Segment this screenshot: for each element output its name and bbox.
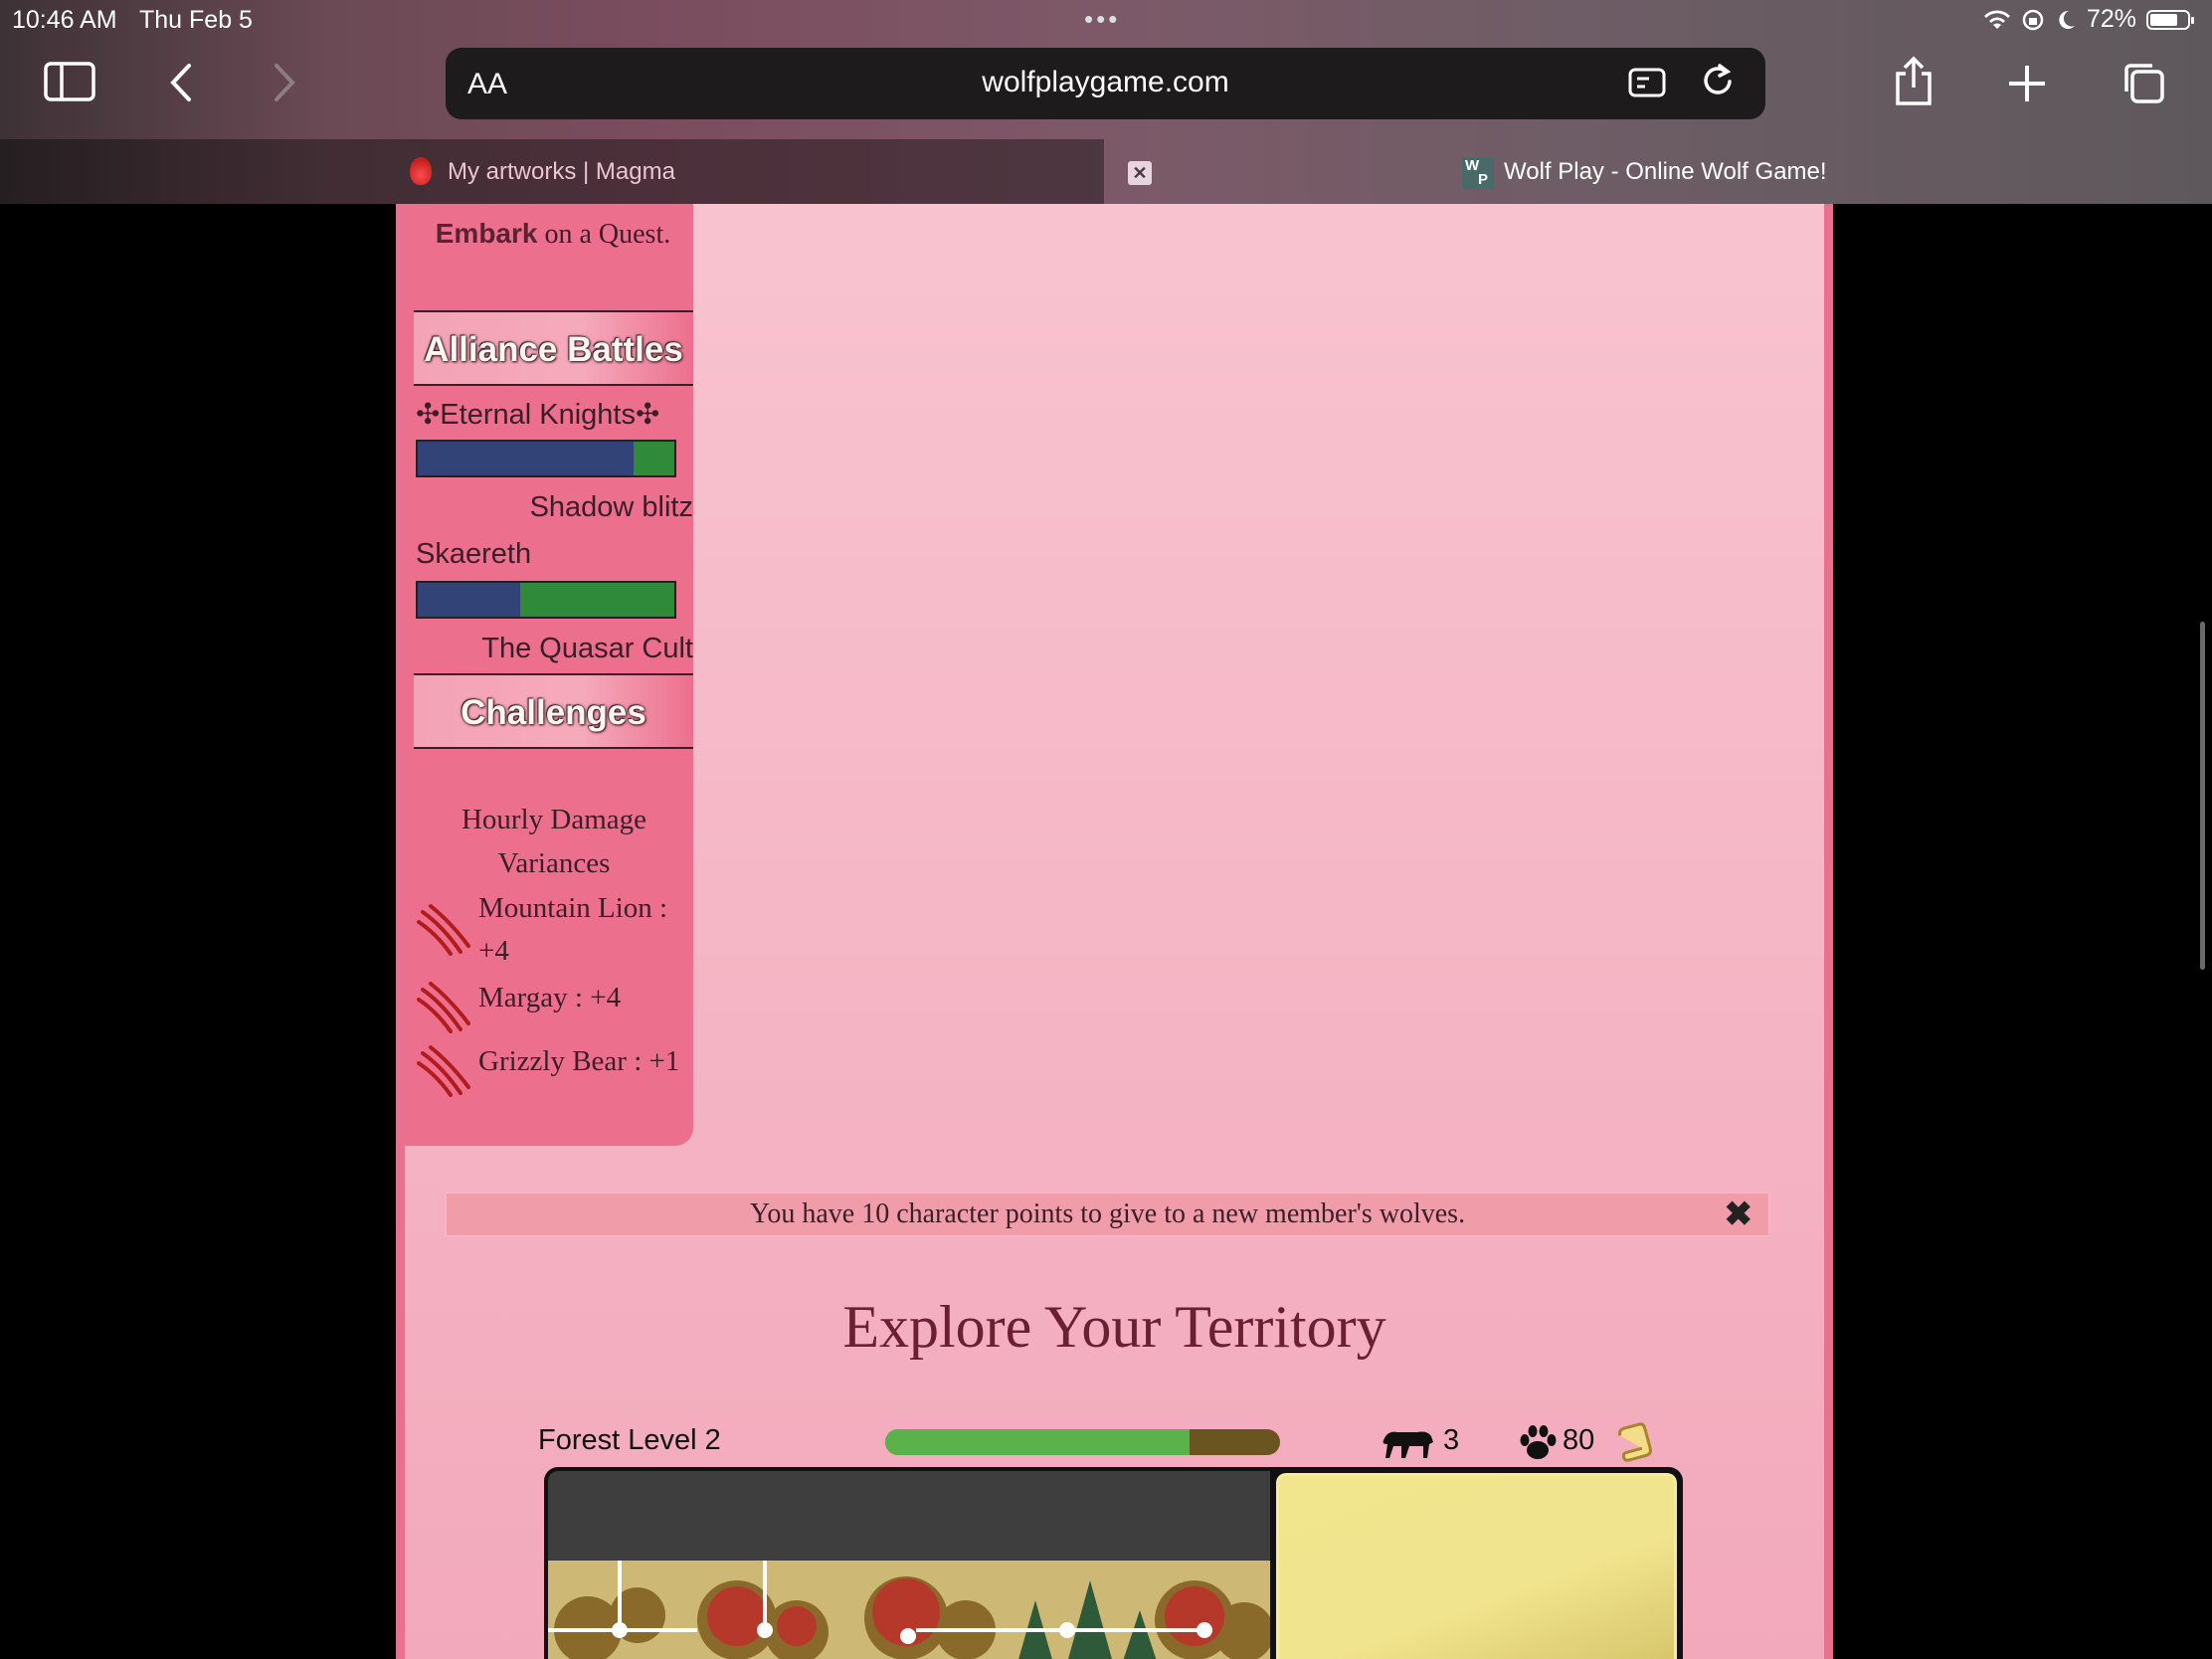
claw-scratch-icon [417,904,470,956]
new-tab-icon[interactable] [2007,64,2047,103]
explore-territory-title: Explore Your Territory [842,1294,1386,1360]
forest-level-label: Forest Level 2 [538,1424,721,1456]
mountain-lion-icon [1382,1431,1433,1458]
embark-bold: Embark [435,218,538,249]
embark-quest-link[interactable]: Embark on a Quest. [419,218,687,251]
battle-1-progress-bar [416,440,676,477]
paw-icon [1520,1425,1557,1459]
status-date: Thu Feb 5 [139,6,253,34]
battle-1-team-b[interactable]: Shadow blitz [530,491,693,524]
claw-scratch-icon [417,1045,470,1097]
claw-scratch-icon [417,982,470,1033]
magma-favicon-icon [410,157,432,185]
wolfplay-favicon-icon: WP [1462,157,1494,189]
challenges-title: Challenges [461,693,646,732]
share-icon[interactable] [1892,56,1936,107]
moon-icon [2059,10,2075,29]
battery-percent: 72% [2086,5,2136,33]
reload-icon[interactable] [1700,60,1736,99]
battle-2-team-b[interactable]: The Quasar Cult [481,633,693,665]
page-container: Embark on a Quest. Alliance Battles ✣Ete… [396,204,1833,1659]
back-icon[interactable] [167,62,195,103]
address-bar[interactable]: AA wolfplaygame.com [446,48,1765,119]
forest-trees-image [548,1561,1274,1659]
sidebar-toggle-icon[interactable] [44,62,95,101]
forest-progress-fill [885,1429,1190,1455]
reader-view-icon[interactable] [1628,64,1668,99]
enemy-count: 3 [1443,1424,1460,1456]
variance-item-margay: Margay : +4 [478,982,622,1014]
notice-banner: You have 10 character points to give to … [445,1192,1770,1237]
battle-2-progress-bar [416,581,676,619]
left-sidebar: Embark on a Quest. Alliance Battles ✣Ete… [405,204,693,1146]
browser-chrome: 10:46 AM Thu Feb 5 ••• 72% AA wolfplayga… [0,0,2212,204]
tabs-overview-icon[interactable] [2120,60,2166,105]
tab-my-artworks[interactable]: My artworks | Magma [0,139,1104,204]
challenges-heading: Challenges [414,673,693,749]
notice-text: You have 10 character points to give to … [749,1198,1466,1229]
battle-2-team-a[interactable]: Skaereth [416,538,531,571]
hourly-damage-variances-title: Hourly Damage Variances [461,804,647,879]
battle-2-team-a-fill [418,583,521,617]
status-time: 10:46 AM [12,6,117,34]
battle-1-team-a[interactable]: ✣Eternal Knights✣ [416,397,659,432]
status-right: 72% [1983,5,2194,34]
tab-title: My artworks | Magma [448,158,675,185]
page-scrollbar[interactable] [2200,622,2205,970]
embark-rest: on a Quest. [537,219,671,250]
alliance-battles-title: Alliance Battles [424,330,683,369]
battery-icon [2146,9,2194,30]
wifi-icon [1983,9,2010,29]
url-text[interactable]: wolfplaygame.com [446,66,1765,99]
tab-wolf-play[interactable]: ✕ WP Wolf Play - Online Wolf Game! [1104,139,2212,204]
quest-scroll-icon[interactable] [1614,1422,1654,1462]
web-content: Embark on a Quest. Alliance Battles ✣Ete… [0,204,2212,1659]
forward-icon[interactable] [271,62,298,103]
territory-map[interactable] [544,1467,1274,1659]
alliance-battles-heading: Alliance Battles [414,310,693,386]
paw-count: 80 [1563,1424,1595,1456]
forest-progress-bar [885,1429,1280,1455]
close-notice-icon[interactable]: ✖ [1725,1194,1753,1235]
multitasking-dots-icon[interactable]: ••• [1084,4,1120,35]
close-tab-icon[interactable]: ✕ [1128,161,1152,185]
variance-item-grizzly-bear: Grizzly Bear : +1 [478,1045,680,1077]
tab-bar: My artworks | Magma ✕ WP Wolf Play - Onl… [0,139,2212,204]
territory-info-panel-inner [1276,1473,1677,1659]
territory-info-panel [1270,1467,1683,1659]
status-bar: 10:46 AM Thu Feb 5 ••• 72% [0,0,2212,44]
tab-title: Wolf Play - Online Wolf Game! [1504,158,1827,185]
variance-item-mountain-lion: Mountain Lion : +4 [478,892,668,967]
orientation-lock-icon [2022,9,2044,30]
battle-1-team-a-fill [418,442,634,475]
